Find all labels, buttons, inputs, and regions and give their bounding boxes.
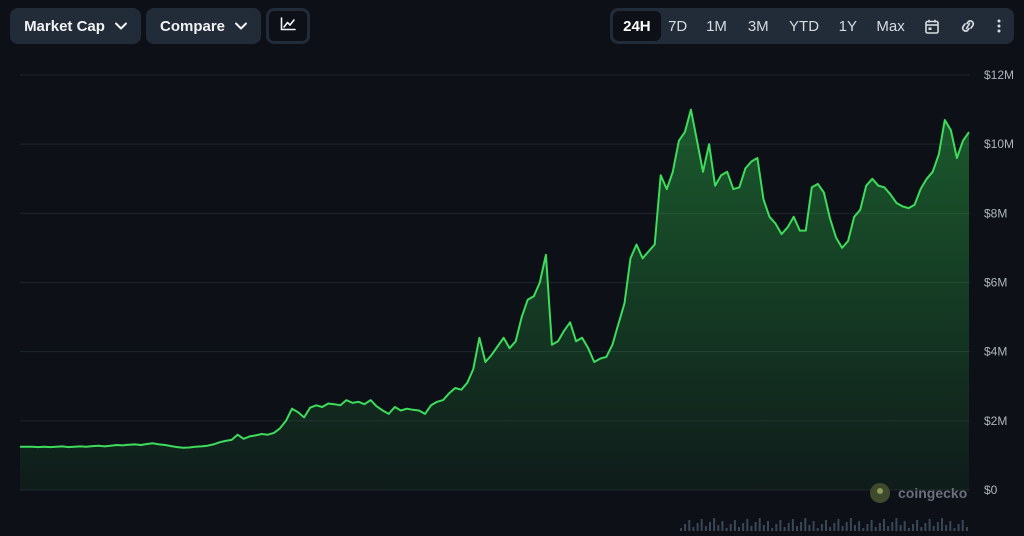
volume-bar xyxy=(895,518,898,531)
volume-bar xyxy=(783,527,786,531)
chevron-down-icon xyxy=(114,22,127,30)
volume-bar xyxy=(688,520,691,531)
volume-bar xyxy=(837,519,840,531)
volume-bar xyxy=(936,522,939,531)
volume-bar xyxy=(704,526,707,531)
volume-bar xyxy=(891,522,894,531)
volume-bar xyxy=(717,525,720,531)
link-icon[interactable] xyxy=(949,11,987,41)
range-3m-button[interactable]: 3M xyxy=(738,11,778,41)
calendar-icon[interactable] xyxy=(915,11,949,41)
volume-bar xyxy=(775,524,778,531)
volume-bar xyxy=(729,524,732,531)
chevron-down-icon xyxy=(235,22,248,30)
range-ytd-button[interactable]: YTD xyxy=(778,11,830,41)
range-1y-button[interactable]: 1Y xyxy=(830,11,866,41)
more-vertical-icon[interactable] xyxy=(987,11,1011,41)
volume-bar xyxy=(833,523,836,531)
y-tick-label: $0 xyxy=(984,483,998,497)
volume-bar xyxy=(887,526,890,531)
y-tick-label: $4M xyxy=(984,345,1007,359)
volume-bar xyxy=(883,519,885,531)
volume-bar xyxy=(820,524,823,531)
volume-bar xyxy=(916,520,919,531)
volume-bar xyxy=(920,527,923,531)
volume-bar xyxy=(692,527,695,531)
volume-bar xyxy=(928,519,931,531)
coingecko-watermark: coingecko xyxy=(870,483,967,503)
coingecko-logo-icon xyxy=(870,483,890,503)
time-range-selector: 24H 7D 1M 3M YTD 1Y Max xyxy=(610,8,1014,44)
volume-bar xyxy=(804,518,807,531)
volume-bar xyxy=(829,527,832,531)
volume-bar xyxy=(866,524,869,531)
volume-bar xyxy=(878,523,881,531)
volume-bar xyxy=(754,522,757,531)
range-1m-button[interactable]: 1M xyxy=(695,11,739,41)
volume-bar xyxy=(957,524,960,531)
volume-bar xyxy=(874,527,877,531)
volume-bar xyxy=(808,525,811,531)
compare-label: Compare xyxy=(159,17,226,35)
volume-bar xyxy=(858,521,861,531)
volume-bar xyxy=(924,523,927,531)
market-cap-dropdown[interactable]: Market Cap xyxy=(10,8,141,44)
watermark-text: coingecko xyxy=(898,485,968,501)
volume-bar xyxy=(791,519,794,531)
volume-bar xyxy=(787,523,790,531)
volume-bar xyxy=(849,518,852,531)
compare-dropdown[interactable]: Compare xyxy=(146,8,261,44)
volume-bar xyxy=(746,519,749,531)
volume-bar xyxy=(870,520,873,531)
volume-bar xyxy=(721,521,724,531)
volume-bar xyxy=(767,521,769,531)
volume-bar xyxy=(941,518,943,531)
y-tick-label: $12M xyxy=(984,68,1014,82)
volume-bar xyxy=(700,519,703,531)
volume-bar xyxy=(738,527,740,531)
market-cap-label: Market Cap xyxy=(24,17,105,35)
y-tick-label: $8M xyxy=(984,206,1007,220)
range-max-button[interactable]: Max xyxy=(866,11,916,41)
volume-bar xyxy=(845,522,848,531)
line-chart-icon xyxy=(280,17,296,35)
volume-bar xyxy=(949,521,952,531)
volume-bar xyxy=(742,523,745,531)
volume-bar xyxy=(825,520,827,531)
volume-bar xyxy=(841,526,844,531)
volume-bar xyxy=(779,520,782,531)
volume-bar xyxy=(945,525,948,531)
volume-bar xyxy=(733,520,736,531)
volume-bar xyxy=(903,521,906,531)
range-7d-button[interactable]: 7D xyxy=(661,11,695,41)
volume-bar xyxy=(750,526,753,531)
volume-bar xyxy=(961,520,964,531)
market-cap-chart[interactable]: $12M $10M $8M $6M $4M $2M $0 xyxy=(0,52,1024,531)
volume-bar xyxy=(899,525,902,531)
volume-bar xyxy=(796,526,798,531)
range-24h-button[interactable]: 24H xyxy=(613,11,661,41)
volume-bar xyxy=(812,521,815,531)
volume-bar xyxy=(684,524,687,531)
volume-bar xyxy=(800,522,803,531)
y-tick-label: $10M xyxy=(984,137,1014,151)
volume-bar xyxy=(709,522,711,531)
chart-type-button[interactable] xyxy=(266,8,310,44)
y-tick-label: $6M xyxy=(984,276,1007,290)
volume-bar xyxy=(854,525,856,531)
y-tick-label: $2M xyxy=(984,414,1007,428)
chart-canvas: $12M $10M $8M $6M $4M $2M $0 xyxy=(20,68,1014,531)
chart-toolbar: Market Cap Compare 24H 7D 1M 3M YTD 1Y M… xyxy=(0,0,1024,52)
series-area xyxy=(20,109,969,490)
volume-bar xyxy=(696,523,699,531)
volume-bar xyxy=(762,525,765,531)
volume-bar xyxy=(713,518,716,531)
volume-bar xyxy=(912,524,914,531)
volume-bar xyxy=(758,518,761,531)
volume-bar xyxy=(932,526,935,531)
volume-bar xyxy=(965,527,968,531)
